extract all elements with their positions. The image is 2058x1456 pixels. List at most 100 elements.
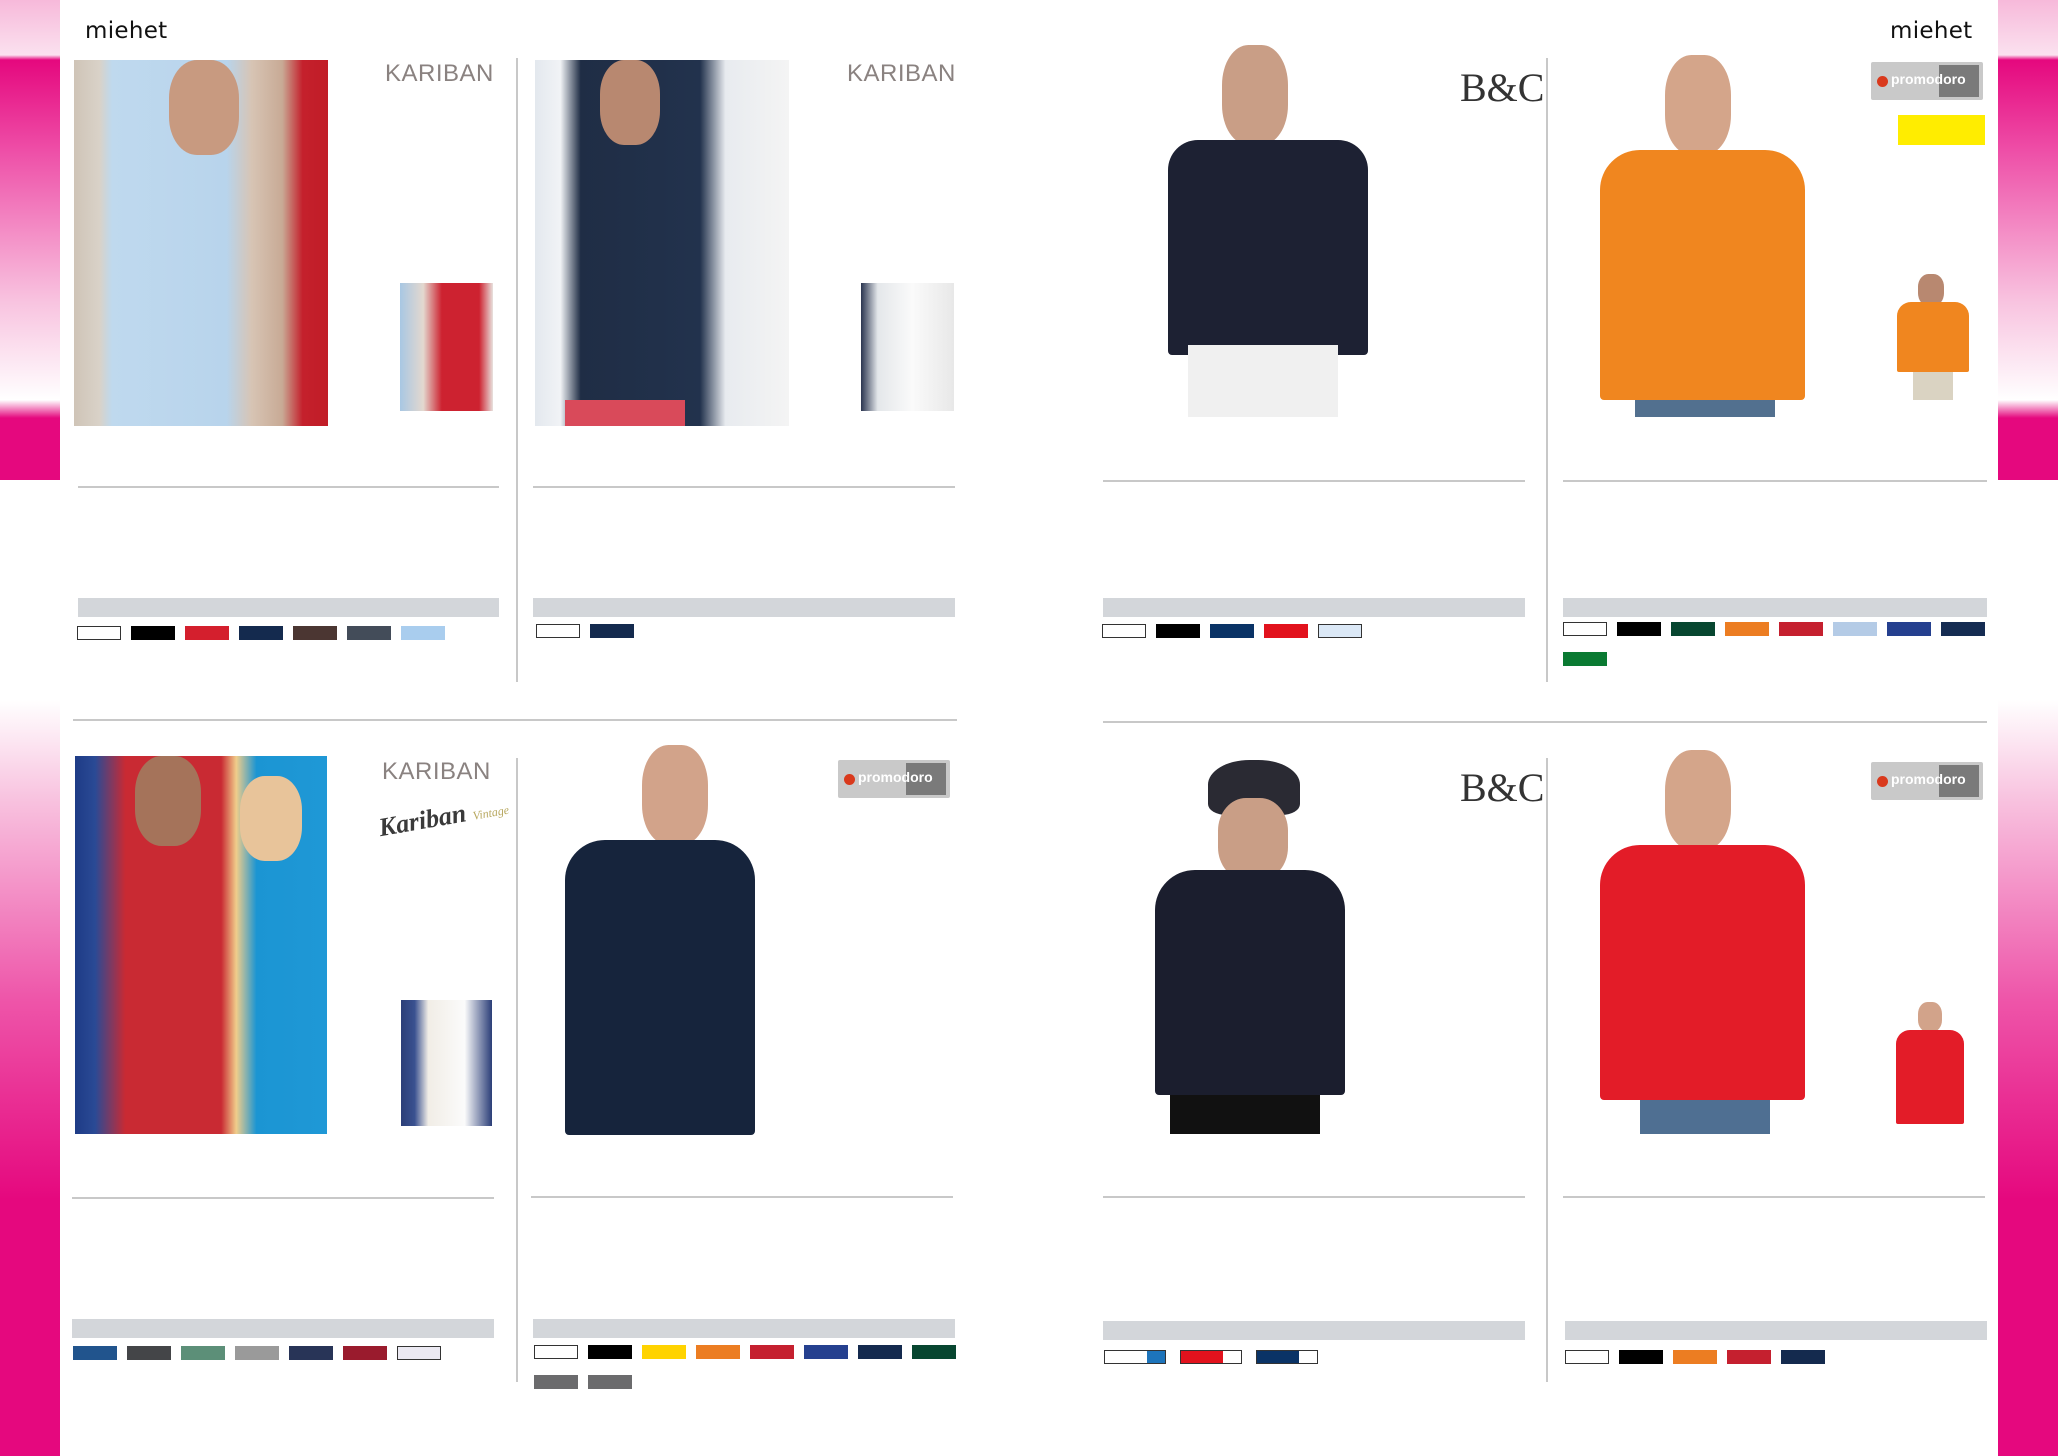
product-3-color-bar xyxy=(1103,598,1525,617)
product-8-thumbnail xyxy=(1890,1000,1970,1126)
color-swatch xyxy=(397,1346,441,1360)
model-jeans xyxy=(1640,1100,1770,1134)
color-swatch xyxy=(858,1345,902,1359)
color-swatch xyxy=(181,1346,225,1360)
color-swatch xyxy=(1725,622,1769,636)
color-swatch xyxy=(536,624,580,638)
product-6-brand-logo: promodoro xyxy=(838,760,950,798)
color-swatch xyxy=(401,626,445,640)
color-swatch xyxy=(1727,1350,1771,1364)
model-head xyxy=(169,60,239,155)
product-1-brand-logo: KARIBAN xyxy=(385,60,494,87)
color-swatch xyxy=(1671,622,1715,636)
color-swatch xyxy=(73,1346,117,1360)
product-6-swatches xyxy=(534,1345,974,1405)
color-swatch xyxy=(1833,622,1877,636)
color-swatch xyxy=(185,626,229,640)
color-swatch xyxy=(1264,624,1308,638)
product-5-swatches xyxy=(73,1346,503,1376)
color-swatch xyxy=(239,626,283,640)
product-4-thumbnail xyxy=(1893,272,1973,400)
product-6-photo xyxy=(560,745,760,1135)
color-swatch xyxy=(1781,1350,1825,1364)
product-4-photo xyxy=(1595,55,1810,417)
color-swatch xyxy=(1210,624,1254,638)
color-swatch xyxy=(696,1345,740,1359)
color-swatch xyxy=(912,1345,956,1359)
product-7-rule xyxy=(1103,1196,1525,1198)
left-edge-tab xyxy=(0,0,60,1456)
product-5-photo xyxy=(75,756,327,1134)
model-head xyxy=(1665,750,1731,850)
product-8-photo xyxy=(1595,750,1810,1134)
product-2-swatches xyxy=(536,624,966,654)
color-swatch xyxy=(1104,1350,1166,1364)
color-swatch xyxy=(1102,624,1146,638)
model-head xyxy=(642,745,708,845)
color-swatch xyxy=(289,1346,333,1360)
color-swatch xyxy=(131,626,175,640)
product-4-brand-logo: promodoro xyxy=(1871,62,1983,100)
polo-shirt xyxy=(1600,150,1805,400)
product-2-thumbnail xyxy=(861,283,954,411)
product-1-swatches xyxy=(77,626,507,656)
color-swatch xyxy=(77,626,121,640)
divider-left-top xyxy=(516,58,518,682)
right-edge-tab xyxy=(1998,0,2058,1456)
color-swatch xyxy=(588,1345,632,1359)
divider-right-top xyxy=(1546,58,1548,682)
product-1-rule xyxy=(78,486,499,488)
color-swatch xyxy=(343,1346,387,1360)
color-swatch xyxy=(534,1345,578,1359)
product-6-rule xyxy=(531,1196,953,1198)
right-page-title: miehet xyxy=(1890,18,1973,44)
color-swatch xyxy=(588,1375,632,1389)
product-2-rule xyxy=(533,486,955,488)
product-4-highlight-tag xyxy=(1898,115,1985,145)
product-1-photo xyxy=(74,60,328,426)
model-head xyxy=(1218,798,1288,880)
product-2-color-bar xyxy=(533,598,955,617)
product-3-brand-logo: B&C xyxy=(1460,65,1545,110)
model-head xyxy=(135,756,201,846)
product-6-color-bar xyxy=(533,1319,955,1338)
product-8-brand-logo: promodoro xyxy=(1871,762,1983,800)
divider-right-bottom xyxy=(1546,758,1548,1382)
color-swatch xyxy=(1563,622,1607,636)
model-trousers xyxy=(565,400,685,426)
color-swatch xyxy=(1887,622,1931,636)
color-swatch xyxy=(750,1345,794,1359)
product-5-rule xyxy=(72,1197,494,1199)
color-swatch xyxy=(1156,624,1200,638)
left-page-title: miehet xyxy=(85,18,168,44)
model-head xyxy=(240,776,302,861)
tomato-icon xyxy=(1877,76,1888,87)
product-1-thumbnail xyxy=(400,283,493,411)
color-swatch xyxy=(1941,622,1985,636)
color-swatch xyxy=(1673,1350,1717,1364)
product-1-color-bar xyxy=(78,598,499,617)
product-3-rule xyxy=(1103,480,1525,482)
product-7-swatches xyxy=(1104,1350,1544,1380)
color-swatch xyxy=(347,626,391,640)
color-swatch xyxy=(127,1346,171,1360)
model-trousers xyxy=(1188,345,1338,417)
color-swatch xyxy=(1180,1350,1242,1364)
tomato-icon xyxy=(844,774,855,785)
product-7-photo xyxy=(1150,760,1360,1134)
product-2-photo xyxy=(535,60,789,426)
product-7-color-bar xyxy=(1103,1321,1525,1340)
polo-shirt xyxy=(1600,845,1805,1100)
row-separator-right xyxy=(1103,721,1987,723)
product-5-color-bar xyxy=(72,1319,494,1338)
product-8-color-bar xyxy=(1565,1321,1987,1340)
product-3-swatches xyxy=(1102,624,1532,654)
product-2-brand-logo: KARIBAN xyxy=(847,60,956,87)
color-swatch xyxy=(642,1345,686,1359)
color-swatch xyxy=(1563,652,1607,666)
product-5-brand-logo: KARIBAN xyxy=(382,758,491,785)
product-4-rule xyxy=(1563,480,1987,482)
color-swatch xyxy=(1619,1350,1663,1364)
model-head xyxy=(600,60,660,145)
color-swatch xyxy=(293,626,337,640)
